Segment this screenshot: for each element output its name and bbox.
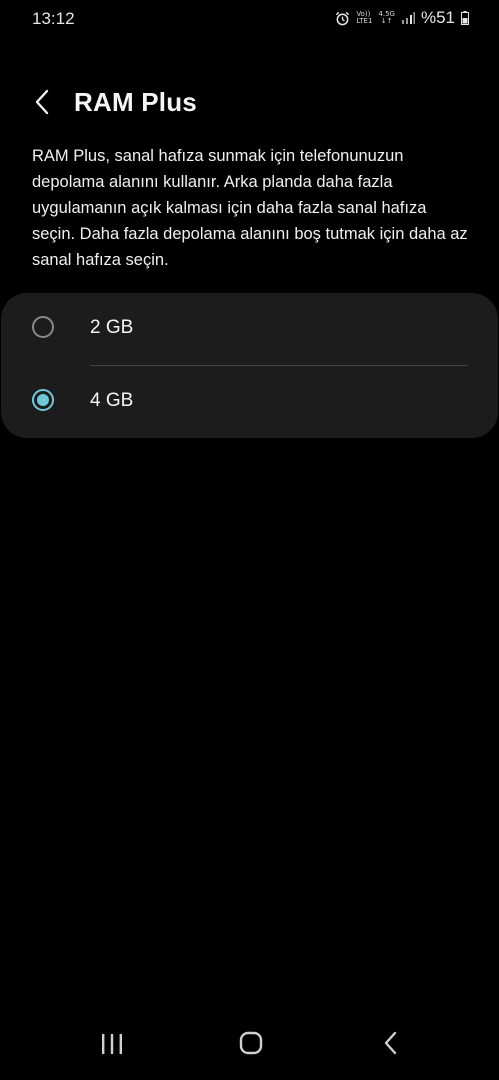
option-label-4gb: 4 GB	[90, 390, 134, 411]
volte-icon: Vo)) LTE1	[356, 11, 372, 25]
option-label-2gb: 2 GB	[90, 317, 134, 338]
signal-icon	[401, 12, 415, 24]
radio-4gb[interactable]	[32, 389, 54, 411]
ram-size-options: 2 GB 4 GB	[1, 293, 498, 438]
description-text: RAM Plus, sanal hafıza sunmak için telef…	[32, 147, 468, 269]
network-arrows-text: ↓↑	[380, 17, 393, 25]
radio-2gb[interactable]	[32, 316, 54, 338]
back-icon[interactable]	[378, 1030, 404, 1056]
battery-icon	[461, 11, 469, 25]
recents-icon[interactable]	[99, 1031, 125, 1057]
status-icons: Vo)) LTE1 4.5G ↓↑ %51	[335, 8, 469, 28]
alarm-icon	[336, 11, 350, 25]
chevron-left-icon	[35, 89, 49, 115]
navigation-bar	[0, 1022, 499, 1080]
status-time: 13:12	[32, 9, 75, 28]
battery-percentage: %51	[420, 8, 455, 27]
option-2gb[interactable]: 2 GB	[1, 293, 498, 365]
page-title: RAM Plus	[74, 87, 197, 117]
header: RAM Plus	[0, 80, 499, 124]
back-button[interactable]	[28, 86, 56, 118]
status-bar: 13:12 Vo)) LTE1 4.5G ↓↑ %51	[0, 0, 499, 38]
option-4gb[interactable]: 4 GB	[1, 366, 498, 438]
network-4.5g-icon: 4.5G ↓↑	[378, 11, 395, 25]
volte-bottom-text: LTE1	[356, 17, 373, 25]
home-icon[interactable]	[238, 1030, 264, 1056]
